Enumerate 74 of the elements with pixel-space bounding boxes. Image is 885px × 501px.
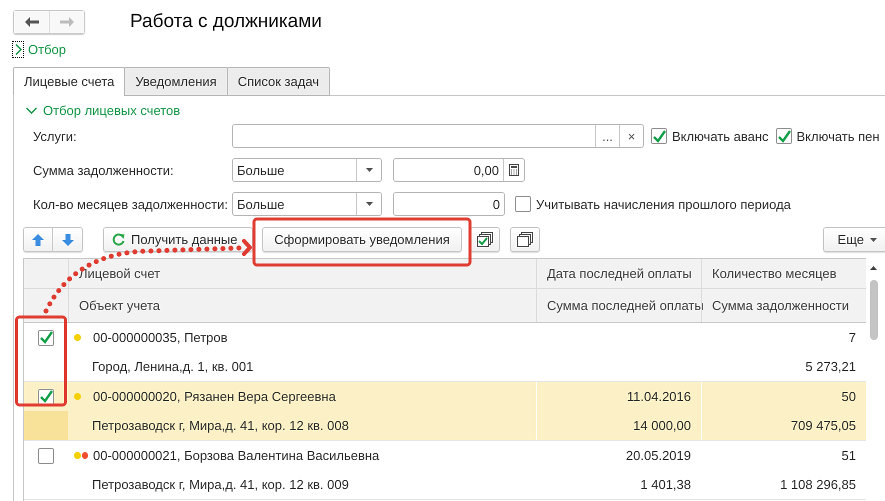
checkbox[interactable] [38, 448, 54, 464]
caret-icon [870, 238, 877, 242]
checkbox-label: Учитывать начисления прошлого периода [536, 196, 791, 212]
refresh-icon [112, 233, 125, 246]
column-header[interactable]: Сумма задолженности [701, 289, 866, 322]
pages-icon [517, 232, 533, 247]
condition-dropdown[interactable]: Больше [232, 158, 382, 182]
column-header[interactable]: Объект учета [68, 289, 536, 322]
table-cell: 14 000,00 [633, 418, 691, 433]
tab[interactable]: Уведомления [124, 67, 228, 96]
table-cell: Петрозаводск г, Мира,д. 41, кор. 12 кв. 009 [92, 477, 349, 492]
table-cell: 00-000000035, Петров [93, 330, 228, 345]
generate-notices-button[interactable]: Сформировать уведомления [262, 227, 462, 252]
table-row[interactable]: 00-000000021, Борзова Валентина Васильевна 20.05.2019 51 [24, 441, 866, 470]
clear-button[interactable]: × [619, 125, 643, 147]
table-row[interactable]: 00-000000020, Рязанен Вера Сергеевна 11.04.2016 50 [24, 382, 866, 411]
number-field[interactable]: 0,00 [393, 158, 525, 182]
chevron-icon [26, 107, 37, 114]
field-label: Услуги: [32, 128, 78, 144]
table-cell: 5 273,21 [805, 359, 856, 374]
caret-icon [366, 168, 372, 172]
checkbox[interactable] [38, 330, 54, 346]
checkbox[interactable] [38, 388, 54, 404]
caret-icon [366, 202, 372, 206]
table-cell: 20.05.2019 [626, 448, 691, 463]
back-button[interactable] [14, 11, 49, 33]
section-toggle[interactable]: Отбор лицевых счетов [26, 103, 180, 118]
row-selector-cell[interactable] [24, 411, 68, 440]
chevron-icon [14, 44, 22, 55]
checkbox-label: Включать аванс [672, 128, 769, 144]
select-button[interactable]: ... [595, 125, 619, 147]
checkbox[interactable] [515, 196, 531, 212]
column-header[interactable]: Сумма последней оплаты [536, 289, 701, 322]
table-cell: 1 401,38 [640, 477, 691, 492]
field-label: Сумма задолженности: [32, 162, 175, 178]
move-down-button[interactable] [53, 227, 83, 252]
table-cell: 51 [842, 448, 856, 463]
right-arrow-icon [60, 17, 74, 27]
table-cell: Петрозаводск г, Мира,д. 41, кор. 12 кв. 008 [92, 418, 349, 433]
calculator-icon [509, 164, 519, 176]
table-cell: 709 475,05 [790, 418, 856, 433]
tab[interactable]: Список задач [226, 67, 330, 96]
table-cell: 11.04.2016 [626, 389, 691, 404]
uncheck-all-button[interactable] [510, 227, 540, 252]
up-arrow-icon [32, 234, 44, 246]
services-field[interactable]: ... × [232, 124, 644, 148]
table-cell: 1 108 296,85 [780, 477, 856, 492]
move-up-button[interactable] [23, 227, 53, 252]
table-cell: 00-000000020, Рязанен Вера Сергеевна [93, 389, 336, 404]
scroll-thumb[interactable] [870, 280, 878, 340]
tab[interactable]: Лицевые счета [13, 67, 126, 96]
filter-link[interactable]: Отбор [12, 41, 66, 58]
table-cell: 00-000000021, Борзова Валентина Васильевна [93, 448, 380, 463]
table-cell: 50 [842, 389, 856, 404]
scroll-up-icon [870, 266, 877, 270]
checkbox-label: Включать пен [796, 128, 880, 144]
more-button[interactable]: Еще [822, 227, 885, 252]
column-header[interactable]: Лицевой счет [68, 259, 536, 288]
condition-dropdown[interactable]: Больше [232, 192, 382, 216]
table-cell: 7 [848, 330, 856, 345]
left-arrow-icon [24, 17, 38, 27]
get-data-button[interactable]: Получить данные [103, 227, 253, 252]
number-field[interactable]: 0 [393, 192, 505, 216]
checkbox[interactable] [651, 128, 667, 144]
window-title: Работа с должниками [130, 11, 322, 33]
checked-pages-icon [477, 232, 493, 247]
down-arrow-icon [62, 234, 74, 246]
column-header[interactable]: Количество месяцев [701, 259, 866, 288]
checkbox[interactable] [776, 128, 792, 144]
table-cell: Город, Ленина,д. 1, кв. 001 [92, 359, 254, 374]
check-all-button[interactable] [470, 227, 500, 252]
column-header[interactable]: Дата последней оплаты [536, 259, 701, 288]
table-row[interactable]: 00-000000035, Петров 7 [24, 323, 866, 352]
field-label: Кол-во месяцев задолженности: [32, 196, 229, 212]
